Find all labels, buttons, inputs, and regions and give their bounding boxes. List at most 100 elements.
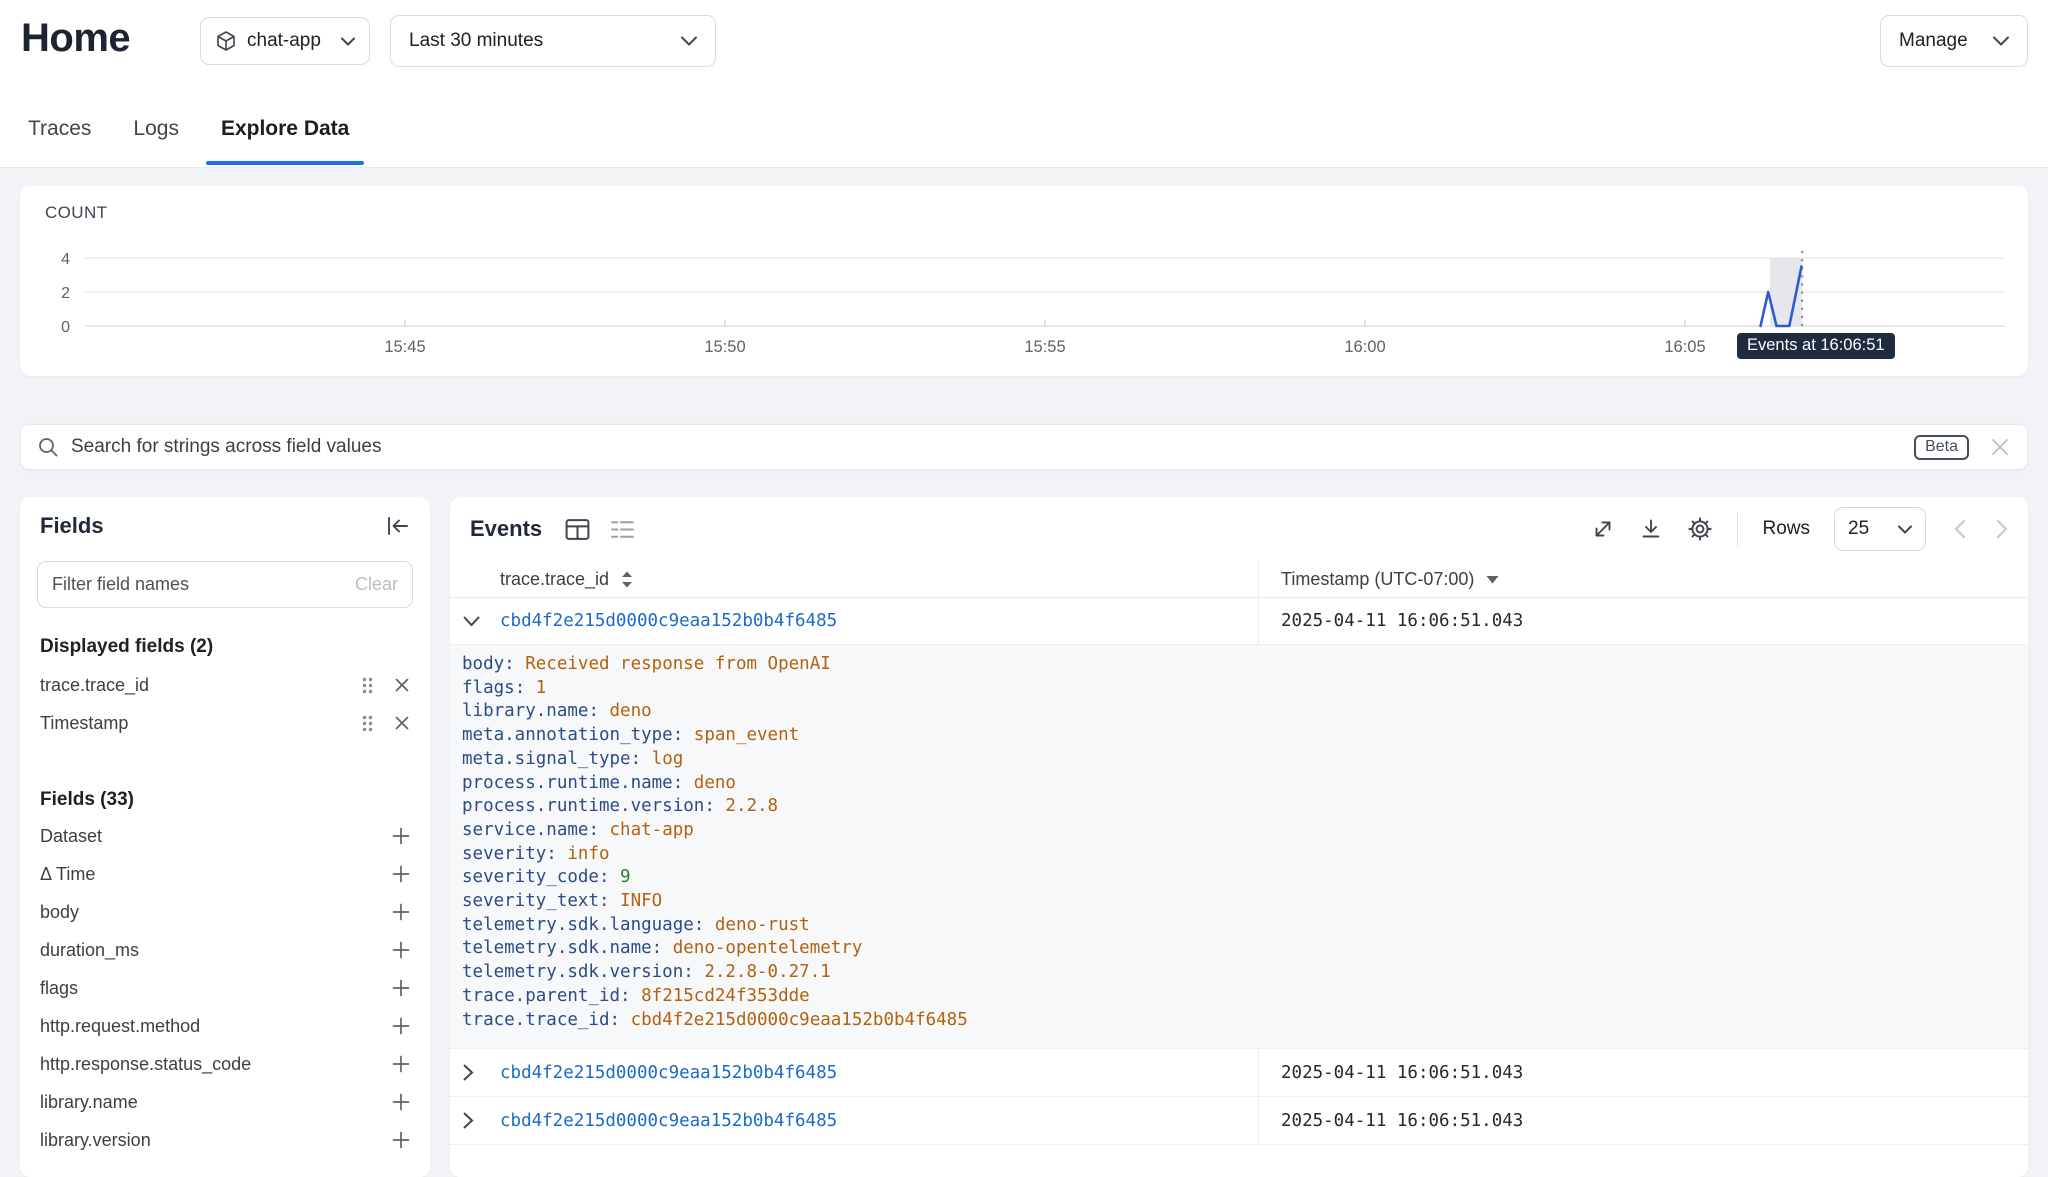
field-row[interactable]: flags — [20, 969, 430, 1007]
field-label: http.request.method — [40, 1016, 392, 1037]
add-field-icon[interactable] — [392, 979, 410, 997]
field-label: http.response.status_code — [40, 1054, 392, 1075]
chevron-down-icon — [341, 37, 355, 46]
previous-page-icon[interactable] — [1954, 519, 1966, 539]
svg-text:0: 0 — [61, 319, 70, 336]
chevron-down-icon[interactable] — [463, 598, 480, 644]
fields-panel-title: Fields — [40, 513, 104, 539]
add-field-icon[interactable] — [392, 827, 410, 845]
detail-value: deno — [610, 701, 652, 721]
expand-icon[interactable] — [1591, 517, 1615, 541]
page-title: Home — [21, 16, 130, 61]
table-row[interactable]: cbd4f2e215d0000c9eaa152b0b4f6485 2025-04… — [450, 598, 2028, 645]
chevron-down-icon — [681, 36, 697, 46]
svg-text:15:55: 15:55 — [1024, 338, 1065, 356]
remove-field-icon[interactable] — [394, 677, 410, 693]
displayed-fields-heading: Displayed fields (2) — [40, 636, 213, 658]
detail-value: deno-rust — [715, 915, 810, 935]
detail-key: service.name — [462, 820, 610, 840]
detail-value: cbd4f2e215d0000c9eaa152b0b4f6485 — [631, 1010, 968, 1030]
detail-key: trace.trace_id — [462, 1010, 631, 1030]
drag-handle-icon[interactable] — [361, 714, 374, 733]
add-field-icon[interactable] — [392, 865, 410, 883]
events-count-chart[interactable]: 4 2 0 15:45 15:50 15:55 16:00 16:05 — [20, 186, 2028, 375]
detail-value: info — [567, 844, 609, 864]
dataset-selector[interactable]: chat-app — [200, 17, 370, 65]
chevron-right-icon[interactable] — [463, 1049, 474, 1096]
field-row[interactable]: library.version — [20, 1121, 430, 1159]
detail-key: severity_text — [462, 891, 620, 911]
field-label: Δ Time — [40, 864, 392, 885]
clear-filter-button[interactable]: Clear — [355, 574, 398, 595]
field-label: body — [40, 902, 392, 923]
events-title: Events — [470, 516, 542, 542]
top-bar: Home chat-app Last 30 minutes Manage — [0, 0, 2048, 90]
tab-logs[interactable]: Logs — [118, 90, 194, 167]
detail-key: telemetry.sdk.version — [462, 962, 704, 982]
gear-icon[interactable] — [1687, 516, 1713, 542]
list-view-icon[interactable] — [609, 516, 636, 543]
detail-value: 8f215cd24f353dde — [641, 986, 810, 1006]
remove-field-icon[interactable] — [394, 715, 410, 731]
add-field-icon[interactable] — [392, 1017, 410, 1035]
table-view-icon[interactable] — [564, 516, 591, 543]
time-range-selector[interactable]: Last 30 minutes — [390, 15, 716, 67]
table-row[interactable]: cbd4f2e215d0000c9eaa152b0b4f6485 2025-04… — [450, 1097, 2028, 1145]
detail-value: INFO — [620, 891, 662, 911]
add-field-icon[interactable] — [392, 903, 410, 921]
tab-explore-data[interactable]: Explore Data — [206, 90, 364, 167]
svg-text:16:00: 16:00 — [1344, 338, 1385, 356]
field-row[interactable]: http.response.status_code — [20, 1045, 430, 1083]
field-row[interactable]: http.request.method — [20, 1007, 430, 1045]
displayed-field-row[interactable]: trace.trace_id — [20, 666, 430, 704]
chart-tooltip: Events at 16:06:51 — [1737, 333, 1895, 359]
sort-desc-icon[interactable] — [1486, 575, 1499, 584]
search-input[interactable] — [71, 436, 1914, 458]
column-header-timestamp[interactable]: Timestamp (UTC-07:00) — [1258, 561, 2028, 597]
detail-key: severity_code — [462, 867, 620, 887]
svg-text:16:05: 16:05 — [1664, 338, 1705, 356]
column-label: trace.trace_id — [500, 569, 609, 590]
field-filter-input[interactable] — [52, 574, 355, 595]
detail-value: chat-app — [610, 820, 694, 840]
detail-key: severity — [462, 844, 567, 864]
displayed-field-label: Timestamp — [40, 713, 361, 734]
trace-id-link[interactable]: cbd4f2e215d0000c9eaa152b0b4f6485 — [500, 1049, 837, 1096]
chevron-down-icon — [1993, 36, 2009, 46]
search-bar: Beta — [20, 424, 2028, 470]
field-label: library.name — [40, 1092, 392, 1113]
rows-per-page-select[interactable]: 25 — [1834, 507, 1926, 551]
add-field-icon[interactable] — [392, 1093, 410, 1111]
timestamp-cell: 2025-04-11 16:06:51.043 — [1258, 1049, 2028, 1096]
sort-icon[interactable] — [621, 571, 633, 588]
field-filter: Clear — [37, 561, 413, 608]
detail-value: 1 — [536, 678, 547, 698]
trace-id-link[interactable]: cbd4f2e215d0000c9eaa152b0b4f6485 — [500, 1097, 837, 1144]
column-header-trace-id[interactable]: trace.trace_id — [500, 561, 633, 597]
column-label: Timestamp (UTC-07:00) — [1281, 569, 1474, 590]
displayed-field-row[interactable]: Timestamp — [20, 704, 430, 742]
field-row[interactable]: Dataset — [20, 817, 430, 855]
timestamp-cell: 2025-04-11 16:06:51.043 — [1258, 598, 2028, 644]
detail-key: flags — [462, 678, 536, 698]
download-icon[interactable] — [1639, 517, 1663, 541]
tab-traces[interactable]: Traces — [13, 90, 106, 167]
field-row[interactable]: duration_ms — [20, 931, 430, 969]
field-row[interactable]: body — [20, 893, 430, 931]
detail-key: process.runtime.name — [462, 773, 694, 793]
collapse-panel-icon[interactable] — [384, 514, 410, 538]
add-field-icon[interactable] — [392, 1131, 410, 1149]
trace-id-link[interactable]: cbd4f2e215d0000c9eaa152b0b4f6485 — [500, 598, 837, 644]
field-row[interactable]: library.name — [20, 1083, 430, 1121]
add-field-icon[interactable] — [392, 1055, 410, 1073]
drag-handle-icon[interactable] — [361, 676, 374, 695]
table-row[interactable]: cbd4f2e215d0000c9eaa152b0b4f6485 2025-04… — [450, 1049, 2028, 1097]
detail-key: process.runtime.version — [462, 796, 725, 816]
add-field-icon[interactable] — [392, 941, 410, 959]
detail-value: span_event — [694, 725, 799, 745]
field-row[interactable]: Δ Time — [20, 855, 430, 893]
manage-button[interactable]: Manage — [1880, 15, 2028, 67]
chevron-right-icon[interactable] — [463, 1097, 474, 1144]
next-page-icon[interactable] — [1996, 519, 2008, 539]
close-icon[interactable] — [1989, 436, 2011, 458]
